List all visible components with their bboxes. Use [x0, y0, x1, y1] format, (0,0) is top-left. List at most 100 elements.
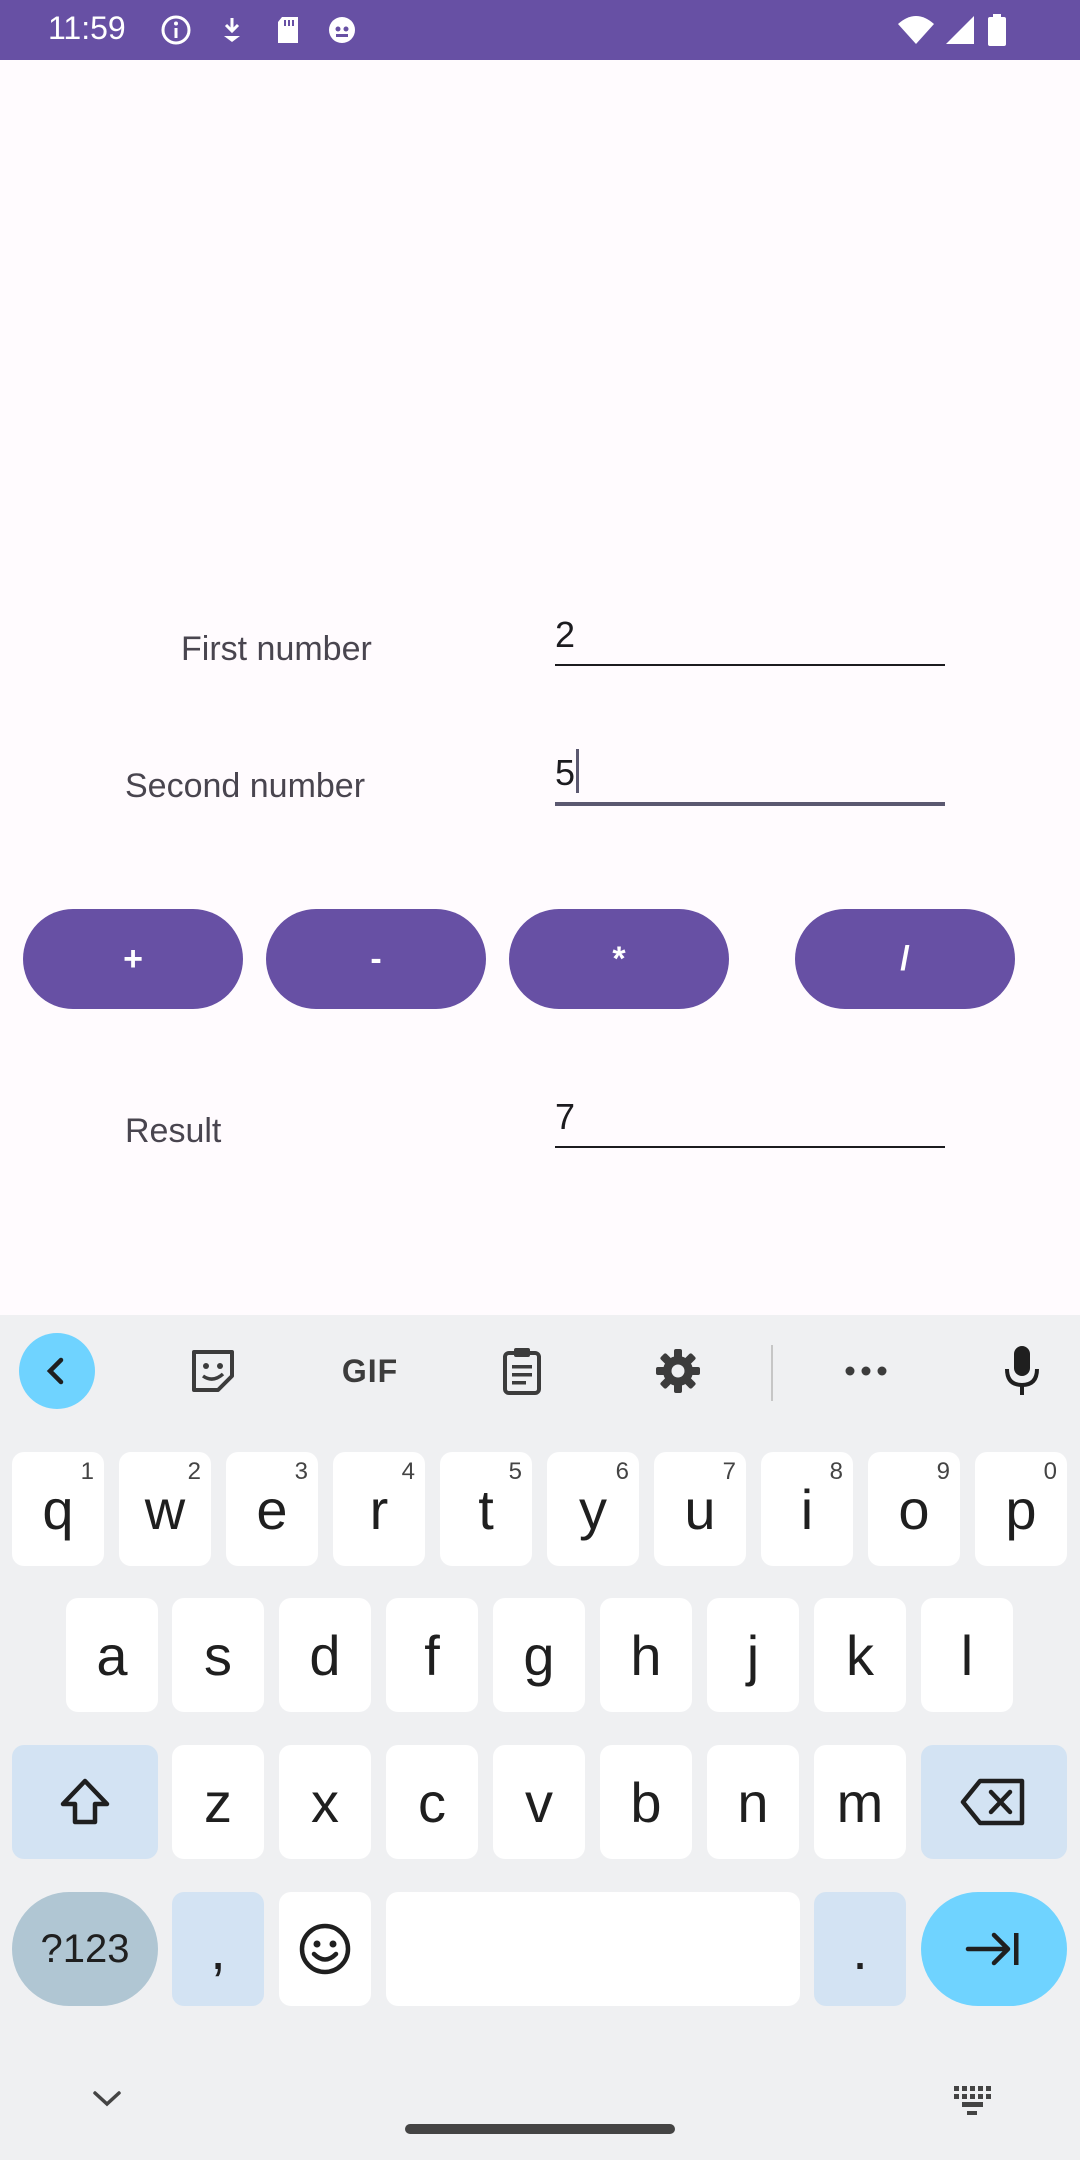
- key-n[interactable]: n: [707, 1745, 799, 1859]
- key-r[interactable]: r4: [333, 1452, 425, 1566]
- wifi-icon: [898, 16, 934, 44]
- key-e-label: e: [256, 1477, 288, 1541]
- info-icon: [161, 15, 191, 45]
- key-j[interactable]: j: [707, 1598, 799, 1712]
- backspace-key[interactable]: [921, 1745, 1067, 1859]
- key-u-label: u: [684, 1477, 716, 1541]
- result-field: 7: [555, 1082, 945, 1148]
- clipboard-button[interactable]: [484, 1333, 560, 1409]
- divide-button[interactable]: /: [795, 909, 1015, 1009]
- first-number-value: 2: [555, 614, 576, 655]
- key-y-hint: 6: [615, 1458, 629, 1485]
- key-s[interactable]: s: [172, 1598, 264, 1712]
- key-o-label: o: [898, 1477, 930, 1541]
- first-number-input[interactable]: 2: [555, 600, 945, 666]
- key-k[interactable]: k: [814, 1598, 906, 1712]
- key-l[interactable]: l: [921, 1598, 1013, 1712]
- home-indicator[interactable]: [405, 2124, 675, 2134]
- second-number-value: 5: [555, 752, 576, 793]
- chevron-down-icon[interactable]: [90, 2088, 124, 2110]
- key-e[interactable]: e3: [226, 1452, 318, 1566]
- key-u[interactable]: u7: [654, 1452, 746, 1566]
- key-m[interactable]: m: [814, 1745, 906, 1859]
- battery-icon: [988, 14, 1006, 46]
- multiply-button[interactable]: *: [509, 909, 729, 1009]
- key-v[interactable]: v: [493, 1745, 585, 1859]
- gif-icon: GIF: [341, 1352, 399, 1389]
- clipboard-icon: [503, 1348, 541, 1395]
- download-icon: [224, 18, 240, 42]
- key-i-label: i: [800, 1477, 814, 1541]
- next-key[interactable]: [921, 1892, 1067, 2006]
- key-a[interactable]: a: [66, 1598, 158, 1712]
- status-bar: 11:59: [0, 0, 1080, 60]
- comma-key[interactable]: ,: [172, 1892, 264, 2006]
- second-number-label: Second number: [125, 767, 366, 805]
- key-b[interactable]: b: [600, 1745, 692, 1859]
- mic-icon: [1005, 1346, 1039, 1395]
- key-h[interactable]: h: [600, 1598, 692, 1712]
- key-t-hint: 5: [508, 1458, 522, 1485]
- tab-next-icon: [965, 1932, 1019, 1966]
- key-r-label: r: [369, 1477, 389, 1541]
- key-i-hint: 8: [829, 1458, 843, 1485]
- voice-input-button[interactable]: [984, 1333, 1060, 1409]
- key-w-label: w: [144, 1477, 186, 1541]
- subtract-button[interactable]: -: [266, 909, 486, 1009]
- key-p-hint: 0: [1043, 1458, 1057, 1485]
- sd-card-icon: [278, 17, 298, 43]
- back-icon: [46, 1357, 64, 1385]
- result-label: Result: [125, 1112, 222, 1150]
- key-z[interactable]: z: [172, 1745, 264, 1859]
- more-icon: [845, 1366, 887, 1376]
- key-o[interactable]: o9: [868, 1452, 960, 1566]
- key-q-hint: 1: [80, 1458, 94, 1485]
- key-w[interactable]: w2: [119, 1452, 211, 1566]
- key-e-hint: 3: [294, 1458, 308, 1485]
- status-time: 11:59: [48, 10, 126, 46]
- key-g[interactable]: g: [493, 1598, 585, 1712]
- backspace-icon: [960, 1778, 1025, 1826]
- settings-icon: [656, 1349, 700, 1393]
- text-caret: [576, 749, 580, 793]
- key-d[interactable]: d: [279, 1598, 371, 1712]
- emoji-key[interactable]: [279, 1892, 371, 2006]
- key-t-label: t: [478, 1477, 494, 1541]
- gif-button[interactable]: GIF: [330, 1333, 410, 1409]
- key-p-label: p: [1005, 1477, 1037, 1541]
- period-key[interactable]: .: [814, 1892, 906, 2006]
- key-t[interactable]: t5: [440, 1452, 532, 1566]
- key-c[interactable]: c: [386, 1745, 478, 1859]
- more-button[interactable]: [828, 1333, 904, 1409]
- keyboard-icon[interactable]: [952, 2084, 992, 2116]
- debug-icon: [329, 17, 355, 43]
- sticker-icon: [192, 1350, 234, 1392]
- key-w-hint: 2: [187, 1458, 201, 1485]
- key-r-hint: 4: [401, 1458, 415, 1485]
- soft-keyboard: [0, 1315, 1080, 2160]
- key-i[interactable]: i8: [761, 1452, 853, 1566]
- key-x[interactable]: x: [279, 1745, 371, 1859]
- keyboard-settings-button[interactable]: [640, 1333, 716, 1409]
- key-f[interactable]: f: [386, 1598, 478, 1712]
- key-o-hint: 9: [936, 1458, 950, 1485]
- sticker-button[interactable]: [175, 1333, 251, 1409]
- space-key[interactable]: [386, 1892, 800, 2006]
- symbols-key[interactable]: ?123: [12, 1892, 158, 2006]
- add-button[interactable]: +: [23, 909, 243, 1009]
- first-number-label: First number: [181, 630, 372, 668]
- key-q-label: q: [42, 1477, 74, 1541]
- result-value: 7: [555, 1096, 576, 1137]
- toolbar-divider: [771, 1345, 773, 1401]
- key-q[interactable]: q1: [12, 1452, 104, 1566]
- signal-icon: [946, 16, 974, 44]
- key-p[interactable]: p0: [975, 1452, 1067, 1566]
- second-number-text: 5: [555, 749, 580, 794]
- shift-key[interactable]: [12, 1745, 158, 1859]
- key-u-hint: 7: [722, 1458, 736, 1485]
- key-y[interactable]: y6: [547, 1452, 639, 1566]
- keyboard-back-button[interactable]: [19, 1333, 95, 1409]
- second-number-input[interactable]: 5: [555, 738, 945, 806]
- key-y-label: y: [579, 1477, 607, 1541]
- shift-icon: [60, 1778, 110, 1825]
